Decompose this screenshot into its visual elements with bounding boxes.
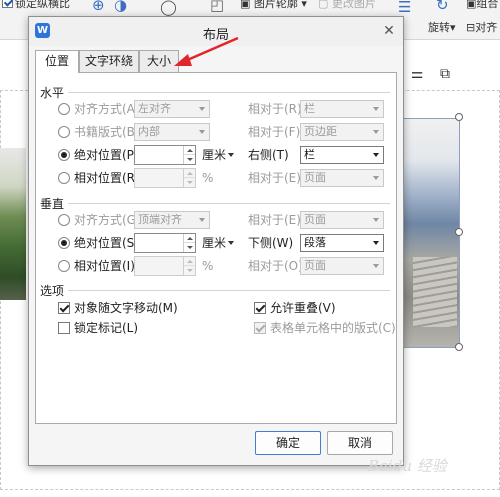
h-align-relative-combo[interactable]: 栏 bbox=[300, 100, 384, 118]
move-with-text-checkbox[interactable] bbox=[58, 302, 70, 314]
horizontal-divider bbox=[68, 92, 390, 93]
h-absolute-radio[interactable] bbox=[58, 149, 70, 161]
h-align-relative-label: 相对于(R) bbox=[248, 102, 302, 116]
stairs-image-detail bbox=[413, 257, 457, 327]
allow-overlap-checkbox[interactable] bbox=[254, 302, 266, 314]
h-relative-to-label: 相对于(E) bbox=[248, 171, 301, 185]
v-absolute-radio[interactable] bbox=[58, 237, 70, 249]
vertical-heading: 垂直 bbox=[40, 197, 65, 211]
lock-anchor-label: 锁定标记(L) bbox=[74, 321, 139, 335]
h-relative-to-combo[interactable]: 页面 bbox=[300, 169, 384, 187]
h-book-combo[interactable]: 内部 bbox=[134, 123, 210, 141]
wrap-text-icon[interactable]: ☰ bbox=[398, 0, 411, 16]
allow-overlap-label: 允许重叠(V) bbox=[270, 301, 336, 315]
left-photo bbox=[0, 148, 26, 300]
resize-handle-bottom-right[interactable] bbox=[455, 343, 463, 351]
table-cell-layout-label: 表格单元格中的版式(C) bbox=[270, 321, 396, 335]
v-absolute-side-label: 下侧(W) bbox=[248, 236, 294, 250]
layout-dialog: W 布局 ✕ 位置 文字环绕 大小 水平 对齐方式(A) 左对齐 相对于(R) … bbox=[28, 16, 404, 466]
move-with-text-label: 对象随文字移动(M) bbox=[74, 301, 178, 315]
h-relative-label: 相对位置(R) bbox=[74, 171, 140, 185]
h-relative-radio[interactable] bbox=[58, 172, 70, 184]
v-relative-input[interactable] bbox=[134, 256, 196, 276]
table-cell-layout-checkbox[interactable] bbox=[254, 322, 266, 334]
v-absolute-side-combo[interactable]: 段落 bbox=[300, 234, 384, 252]
h-absolute-side-label: 右侧(T) bbox=[248, 148, 289, 162]
resize-handle-right[interactable] bbox=[455, 228, 463, 236]
change-picture-button[interactable]: ▢ 更改图片 bbox=[318, 0, 376, 12]
crop-quick-icon[interactable]: ⧉ bbox=[434, 64, 456, 84]
selected-photo[interactable] bbox=[402, 118, 460, 348]
position-panel: 水平 对齐方式(A) 左对齐 相对于(R) 栏 书籍版式(B) 内部 相对于(F… bbox=[35, 72, 397, 424]
effects-icon[interactable]: ◑ bbox=[114, 0, 127, 14]
v-align-combo[interactable]: 顶端对齐 bbox=[134, 211, 210, 229]
h-align-radio[interactable] bbox=[58, 103, 70, 115]
dialog-title: 布局 bbox=[202, 28, 229, 43]
h-align-label: 对齐方式(A) bbox=[74, 102, 140, 116]
v-align-radio[interactable] bbox=[58, 214, 70, 226]
close-icon[interactable]: ✕ bbox=[381, 23, 397, 39]
v-align-label: 对齐方式(G) bbox=[74, 213, 141, 227]
h-absolute-input[interactable] bbox=[134, 145, 196, 165]
h-relative-input[interactable] bbox=[134, 168, 196, 188]
options-heading: 选项 bbox=[40, 284, 65, 298]
v-absolute-unit-dropdown[interactable]: 厘米 bbox=[202, 236, 235, 250]
lock-aspect-ratio-check bbox=[2, 0, 13, 8]
transparency-icon[interactable]: ◯ bbox=[160, 0, 177, 16]
watermark: Baidu 经验 bbox=[368, 457, 447, 475]
v-relative-radio[interactable] bbox=[58, 260, 70, 272]
tab-text-wrapping[interactable]: 文字环绕 bbox=[79, 50, 139, 72]
layout-options-icon[interactable]: ⚌ bbox=[406, 64, 428, 84]
h-book-radio[interactable] bbox=[58, 126, 70, 138]
v-absolute-input[interactable] bbox=[134, 233, 196, 253]
h-book-label: 书籍版式(B) bbox=[74, 125, 140, 139]
crop-icon[interactable]: ⊕ bbox=[92, 0, 105, 14]
tab-position[interactable]: 位置 bbox=[35, 50, 79, 73]
h-relative-unit: % bbox=[202, 171, 214, 185]
h-book-relative-combo[interactable]: 页边距 bbox=[300, 123, 384, 141]
v-relative-unit: % bbox=[202, 259, 214, 273]
tab-size[interactable]: 大小 bbox=[139, 50, 179, 72]
picture-style-icon[interactable]: ◰ bbox=[210, 0, 224, 14]
cancel-button[interactable]: 取消 bbox=[327, 431, 393, 455]
lock-anchor-checkbox[interactable] bbox=[58, 322, 70, 334]
picture-outline-button[interactable]: ▣ 图片轮廓 ▾ bbox=[240, 0, 307, 12]
v-relative-label: 相对位置(I) bbox=[74, 259, 135, 273]
h-align-combo[interactable]: 左对齐 bbox=[134, 100, 210, 118]
h-book-relative-label: 相对于(F) bbox=[248, 125, 301, 139]
resize-handle-top-right[interactable] bbox=[455, 113, 463, 121]
lock-aspect-ratio-checkbox[interactable]: 锁定纵横比 bbox=[2, 0, 70, 12]
horizontal-heading: 水平 bbox=[40, 86, 65, 100]
v-relative-to-combo[interactable]: 页面 bbox=[300, 257, 384, 275]
rotate-button[interactable]: 旋转▾ bbox=[428, 20, 456, 36]
v-relative-to-label: 相对于(O) bbox=[248, 259, 303, 273]
rotate-icon[interactable]: ↻ bbox=[436, 0, 449, 14]
v-absolute-label: 绝对位置(S) bbox=[74, 236, 139, 250]
combine-button[interactable]: ▣组合 bbox=[466, 0, 498, 12]
h-absolute-side-combo[interactable]: 栏 bbox=[300, 146, 384, 164]
h-absolute-label: 绝对位置(P) bbox=[74, 148, 139, 162]
v-align-relative-combo[interactable]: 页面 bbox=[300, 211, 384, 229]
vertical-divider bbox=[68, 203, 390, 204]
ok-button[interactable]: 确定 bbox=[255, 431, 321, 455]
align-button[interactable]: ⊟对齐 bbox=[466, 20, 497, 36]
options-divider bbox=[68, 290, 390, 291]
h-absolute-unit-dropdown[interactable]: 厘米 bbox=[202, 148, 235, 162]
dialog-titlebar[interactable]: W 布局 ✕ bbox=[29, 17, 403, 46]
v-align-relative-label: 相对于(E) bbox=[248, 213, 301, 227]
